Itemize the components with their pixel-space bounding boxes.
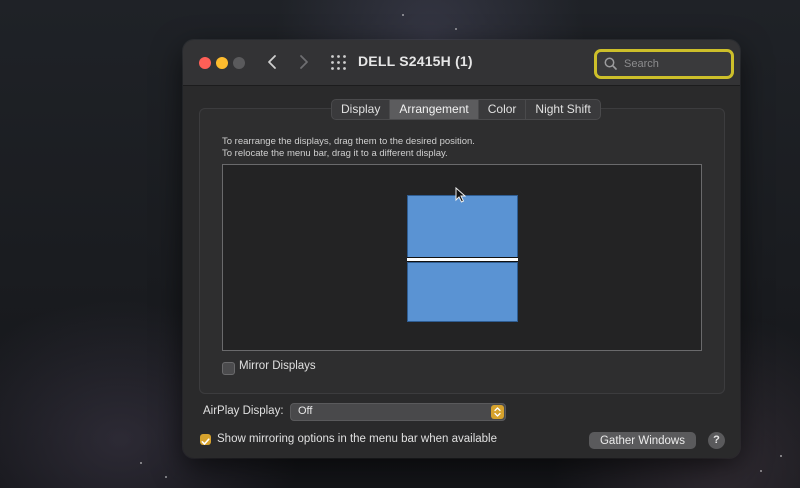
window-titlebar: DELL S2415H (1) [183, 40, 740, 86]
forward-arrow-icon[interactable] [293, 52, 313, 72]
search-input[interactable] [622, 54, 726, 74]
search-icon [604, 57, 617, 70]
help-button[interactable]: ? [708, 432, 725, 449]
background-star [455, 28, 457, 30]
stepper-icon [491, 405, 504, 419]
cursor-icon [455, 187, 466, 203]
background-star [165, 476, 167, 478]
back-arrow-icon[interactable] [263, 52, 283, 72]
minimize-window-button[interactable] [216, 57, 228, 69]
display-main[interactable] [407, 195, 518, 259]
airplay-display-label: AirPlay Display: [203, 405, 284, 417]
instruction-menubar: To relocate the menu bar, drag it to a d… [222, 148, 448, 159]
mirror-displays-checkbox[interactable] [222, 362, 235, 375]
display-secondary[interactable] [407, 262, 518, 322]
grid-icon[interactable] [330, 54, 347, 71]
instruction-rearrange: To rearrange the displays, drag them to … [222, 136, 475, 147]
tab-arrangement[interactable]: Arrangement [390, 100, 479, 119]
airplay-display-value: Off [298, 405, 313, 417]
background-star [760, 470, 762, 472]
background-star [402, 14, 404, 16]
checkmark-icon [201, 438, 210, 445]
displays-preferences-window: DELL S2415H (1) Display Arrangement Colo… [183, 40, 740, 458]
airplay-display-select[interactable]: Off [290, 403, 506, 421]
preference-tabs: Display Arrangement Color Night Shift [331, 99, 601, 120]
display-arrangement-area[interactable] [222, 164, 702, 351]
background-star [780, 455, 782, 457]
tab-display[interactable]: Display [332, 100, 391, 119]
zoom-window-button[interactable] [233, 57, 245, 69]
show-mirroring-label: Show mirroring options in the menu bar w… [217, 433, 497, 445]
mirror-displays-label: Mirror Displays [239, 360, 316, 372]
tab-color[interactable]: Color [479, 100, 527, 119]
background-star [140, 462, 142, 464]
search-field[interactable] [594, 49, 734, 79]
show-mirroring-checkbox[interactable] [200, 434, 211, 445]
gather-windows-button[interactable]: Gather Windows [589, 432, 696, 449]
window-title: DELL S2415H (1) [358, 53, 473, 69]
tab-night-shift[interactable]: Night Shift [526, 100, 599, 119]
close-window-button[interactable] [199, 57, 211, 69]
